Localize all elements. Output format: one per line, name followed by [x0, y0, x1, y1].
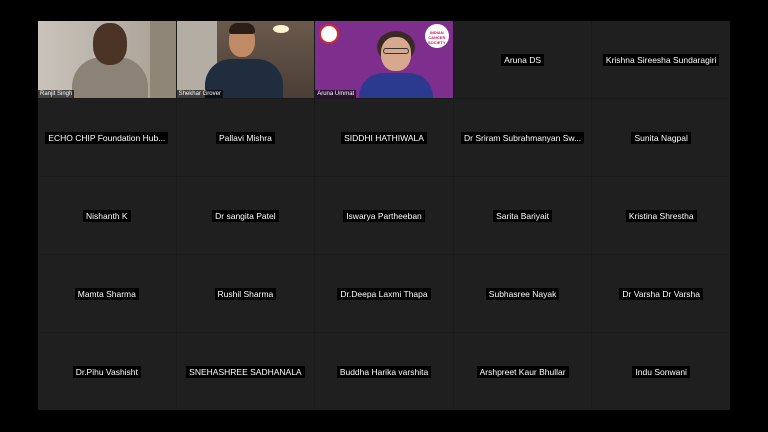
participant-tile[interactable]: Subhasree Nayak	[453, 255, 592, 332]
participant-tile[interactable]: Dr.Pihu Vashisht	[38, 333, 176, 410]
participant-name-label: Nishanth K	[83, 209, 131, 222]
participant-video	[38, 21, 176, 98]
participant-name-label: Dr.Pihu Vashisht	[72, 365, 141, 378]
participant-tile[interactable]: Nishanth K	[38, 177, 176, 254]
participant-name-label: Sunita Nagpal	[631, 131, 691, 144]
participant-name-label: Sarita Bariyait	[493, 209, 553, 222]
participant-tile[interactable]: Dr.Deepa Laxmi Thapa	[315, 255, 453, 332]
participant-tile[interactable]: Arshpreet Kaur Bhullar	[453, 333, 592, 410]
participant-name-label: Rushil Sharma	[214, 287, 277, 300]
participant-name-label: Arshpreet Kaur Bhullar	[476, 365, 569, 378]
participant-tile[interactable]: Sunita Nagpal	[592, 99, 730, 176]
video-tile-shekhar[interactable]: Shekhar Grover	[176, 21, 315, 98]
participant-name-label: Aruna Ummat	[315, 90, 357, 98]
participant-tile[interactable]: Mamta Sharma	[38, 255, 176, 332]
participant-name-label: Shekhar Grover	[176, 90, 223, 98]
video-tile-ranjit[interactable]: Ranjit Singh	[38, 21, 176, 98]
participant-name-label: Iswarya Partheeban	[343, 209, 425, 222]
participant-name-label: Indu Sonwani	[632, 365, 690, 378]
video-tile-aruna[interactable]: INDIAN CANCER SOCIETY Aruna Ummat	[315, 21, 453, 98]
participant-name-label: Aruna DS	[501, 53, 545, 66]
participant-name-label: Buddha Harika varshita	[336, 365, 432, 378]
participant-video	[176, 21, 315, 98]
participant-name-label: ECHO CHIP Foundation Hub...	[45, 131, 169, 144]
participant-tile[interactable]: Pallavi Mishra	[176, 99, 315, 176]
participant-name-label: SNEHASHREE SADHANALA	[186, 365, 305, 378]
participant-name-label: Dr.Deepa Laxmi Thapa	[337, 287, 431, 300]
participant-tile[interactable]: Indu Sonwani	[592, 333, 730, 410]
participant-tile[interactable]: Buddha Harika varshita	[315, 333, 453, 410]
participant-tile[interactable]: Iswarya Partheeban	[315, 177, 453, 254]
participant-name-label: Kristina Shrestha	[625, 209, 697, 222]
participant-tile[interactable]: Sarita Bariyait	[453, 177, 592, 254]
gallery-grid: Ranjit Singh Shekhar Grover INDIAN CANCE…	[38, 21, 730, 410]
participant-name-label: Subhasree Nayak	[485, 287, 560, 300]
participant-tile[interactable]: Rushil Sharma	[176, 255, 315, 332]
society-logo-icon	[319, 24, 340, 44]
participant-tile[interactable]: Dr Sriram Subrahmanyan Sw...	[453, 99, 592, 176]
participant-name-label: Krishna Sireesha Sundaragiri	[602, 53, 720, 66]
participant-tile[interactable]: SIDDHI HATHIWALA	[315, 99, 453, 176]
participant-tile[interactable]: Dr Varsha Dr Varsha	[592, 255, 730, 332]
participant-video: INDIAN CANCER SOCIETY	[315, 21, 453, 98]
participant-name-label: Dr sangita Patel	[212, 209, 279, 222]
participant-tile[interactable]: ECHO CHIP Foundation Hub...	[38, 99, 176, 176]
indian-cancer-society-logo: INDIAN CANCER SOCIETY	[424, 24, 449, 48]
participant-name-label: Dr Sriram Subrahmanyan Sw...	[461, 131, 585, 144]
participant-tile[interactable]: Krishna Sireesha Sundaragiri	[592, 21, 730, 98]
participant-name-label: Pallavi Mishra	[215, 131, 275, 144]
participant-name-label: Mamta Sharma	[74, 287, 139, 300]
participant-tile[interactable]: Dr sangita Patel	[176, 177, 315, 254]
participant-name-label: Ranjit Singh	[38, 90, 75, 98]
participant-name-label: Dr Varsha Dr Varsha	[619, 287, 703, 300]
participant-name-label: SIDDHI HATHIWALA	[341, 131, 427, 144]
participant-tile[interactable]: Kristina Shrestha	[592, 177, 730, 254]
participant-tile[interactable]: Aruna DS	[453, 21, 592, 98]
participant-tile[interactable]: SNEHASHREE SADHANALA	[176, 333, 315, 410]
